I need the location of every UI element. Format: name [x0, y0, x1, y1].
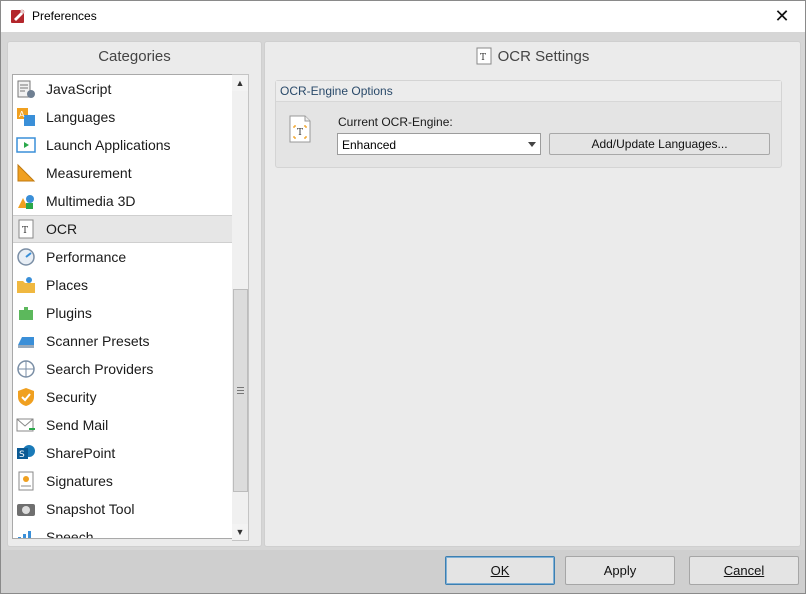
send-mail-icon	[16, 418, 35, 432]
javascript-icon	[17, 80, 35, 98]
category-item-performance[interactable]: Performance	[13, 243, 232, 271]
category-label: Plugins	[46, 305, 92, 321]
category-item-send-mail[interactable]: Send Mail	[13, 411, 232, 439]
ocr-engine-select[interactable]: Enhanced	[337, 133, 541, 155]
svg-text:T: T	[480, 53, 486, 63]
cancel-button[interactable]: Cancel	[689, 556, 799, 585]
engine-label: Current OCR-Engine:	[338, 115, 453, 129]
category-label: Snapshot Tool	[46, 501, 135, 517]
category-item-languages[interactable]: A Languages	[13, 103, 232, 131]
cancel-button-label: Cancel	[723, 563, 765, 578]
svg-text:A: A	[19, 110, 25, 119]
categories-list[interactable]: JavaScript A Languages Launch Applicatio…	[12, 74, 233, 539]
category-label: Languages	[46, 109, 116, 125]
category-label: Multimedia 3D	[46, 193, 136, 209]
category-item-speech[interactable]: Speech	[13, 523, 232, 539]
category-item-javascript[interactable]: JavaScript	[13, 75, 232, 103]
category-label: Search Providers	[46, 361, 154, 377]
settings-title: T OCR Settings	[265, 42, 800, 72]
dialog-content: Categories JavaScript A Languages Launch…	[1, 32, 805, 550]
performance-icon	[17, 248, 35, 266]
category-label: Speech	[46, 529, 94, 539]
category-label: Send Mail	[46, 417, 109, 433]
category-label: OCR	[46, 221, 78, 237]
measurement-icon	[17, 163, 36, 182]
category-label: Security	[46, 389, 97, 405]
plugins-icon	[19, 307, 33, 320]
category-item-places[interactable]: Places	[13, 271, 232, 299]
category-item-signatures[interactable]: Signatures	[13, 467, 232, 495]
chevron-down-icon	[528, 142, 536, 147]
ocr-icon: T	[18, 219, 34, 239]
category-label: Launch Applications	[46, 137, 171, 153]
launch-applications-icon	[16, 137, 36, 153]
signatures-icon	[18, 471, 34, 491]
category-label: Scanner Presets	[46, 333, 150, 349]
app-icon	[11, 9, 25, 23]
snapshot-tool-icon	[17, 504, 35, 516]
category-item-security[interactable]: Security	[13, 383, 232, 411]
category-label: Performance	[46, 249, 127, 265]
scroll-up-arrow-icon[interactable]: ▲	[232, 75, 248, 91]
category-label: Places	[46, 277, 89, 293]
scrollbar-thumb[interactable]	[233, 289, 248, 492]
category-label: Signatures	[46, 473, 113, 489]
search-providers-icon	[17, 360, 35, 378]
settings-title-text: OCR Settings	[497, 48, 590, 65]
category-item-snapshot-tool[interactable]: Snapshot Tool	[13, 495, 232, 523]
ocr-engine-icon: T	[289, 115, 311, 143]
category-item-sharepoint[interactable]: S SharePoint	[13, 439, 232, 467]
ocr-engine-options-group: OCR-Engine Options T Current OCR-Engine:…	[275, 80, 782, 168]
ocr-settings-icon: T	[476, 47, 492, 65]
category-label: SharePoint	[46, 445, 116, 461]
svg-text:S: S	[19, 450, 25, 460]
languages-icon: A	[17, 108, 35, 126]
apply-button-label: Apply	[603, 563, 637, 578]
close-button[interactable]: ✕	[759, 1, 805, 32]
category-item-plugins[interactable]: Plugins	[13, 299, 232, 327]
categories-scrollbar[interactable]: ▲ ▼	[232, 74, 249, 541]
preferences-window: Preferences ✕ Categories JavaScript A La…	[0, 0, 806, 594]
dialog-footer: OK Apply Cancel	[1, 550, 805, 593]
svg-text:T: T	[297, 128, 303, 138]
category-item-ocr[interactable]: T OCR	[13, 215, 232, 243]
places-icon	[17, 277, 35, 293]
category-item-measurement[interactable]: Measurement	[13, 159, 232, 187]
add-update-languages-button[interactable]: Add/Update Languages...	[549, 133, 770, 155]
scroll-down-arrow-icon[interactable]: ▼	[232, 524, 248, 540]
title-bar: Preferences ✕	[1, 1, 805, 32]
multimedia-3d-icon	[18, 195, 34, 209]
speech-icon	[18, 531, 31, 538]
ok-button[interactable]: OK	[445, 556, 555, 585]
category-item-multimedia-3d[interactable]: Multimedia 3D	[13, 187, 232, 215]
grip-icon	[237, 387, 244, 394]
apply-button[interactable]: Apply	[565, 556, 675, 585]
settings-panel: T OCR Settings OCR-Engine Options T Curr…	[264, 41, 801, 547]
svg-text:T: T	[22, 226, 28, 236]
security-icon	[18, 388, 34, 406]
category-item-launch-applications[interactable]: Launch Applications	[13, 131, 232, 159]
category-item-search-providers[interactable]: Search Providers	[13, 355, 232, 383]
categories-header: Categories	[98, 48, 171, 65]
ok-button-label: OK	[490, 563, 510, 578]
engine-select-value: Enhanced	[342, 138, 397, 152]
category-label: Measurement	[46, 165, 132, 181]
group-title: OCR-Engine Options	[280, 84, 393, 98]
category-item-scanner-presets[interactable]: Scanner Presets	[13, 327, 232, 355]
sharepoint-icon: S	[17, 445, 35, 460]
category-label: JavaScript	[46, 81, 112, 97]
window-title: Preferences	[32, 9, 97, 23]
scanner-presets-icon	[18, 337, 34, 348]
